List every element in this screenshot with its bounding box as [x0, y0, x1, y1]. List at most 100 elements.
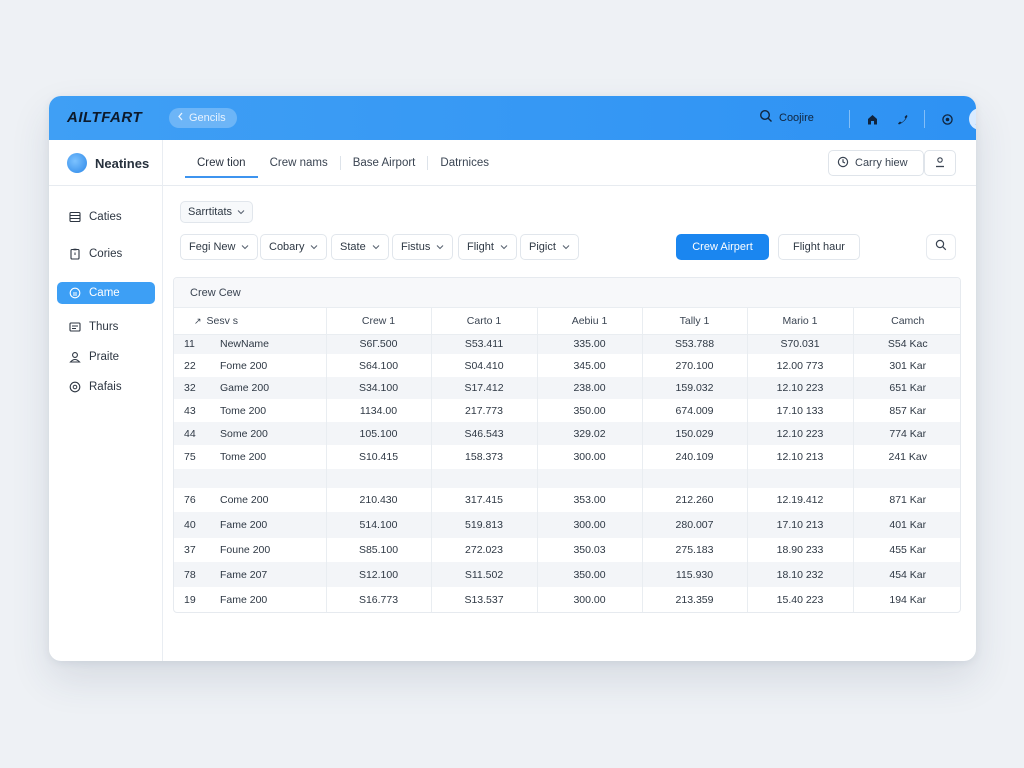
row-identity-cell: 19 Fame 200 [174, 587, 327, 612]
filter-state[interactable]: State [331, 234, 389, 260]
table-cell: S12.100 [326, 562, 432, 587]
sidebar-item-praite[interactable]: Praite [57, 346, 155, 368]
search-icon [759, 109, 773, 126]
sidebar-item-label: Praite [89, 351, 120, 363]
table-cell: 350.03 [537, 538, 643, 562]
table-row[interactable]: 44 Some 200 105.100 S46.543 329.02 150.029 12.… [174, 422, 960, 445]
sidebar-item-came[interactable]: Came [57, 282, 155, 304]
home-icon[interactable] [864, 111, 880, 127]
user-menu-button[interactable] [924, 150, 956, 176]
table-cell: 275.183 [642, 538, 748, 562]
table-cell: S04.410 [431, 354, 538, 377]
filter-flight[interactable]: Flight [458, 234, 517, 260]
column-header[interactable]: Camch [853, 308, 960, 335]
nav-tabs: Crew tion Crew nams Base Airport Datrnic… [185, 140, 501, 186]
saved-filter-chip[interactable]: Sarrtitats [180, 201, 254, 223]
table-row[interactable]: 11 NewName S6Γ.500 S53.411 335.00 S53.788 S70.… [174, 334, 960, 354]
table-search-button[interactable] [926, 234, 956, 260]
row-number: 43 [184, 404, 196, 417]
chevron-left-icon [177, 112, 184, 124]
top-search[interactable]: Coojire [759, 109, 814, 126]
tab-base-airport[interactable]: Base Airport [341, 140, 428, 186]
table-cell: 301 Kar [889, 359, 927, 372]
chevron-down-icon [562, 241, 570, 253]
column-header[interactable]: Tally 1 [642, 308, 748, 335]
column-header[interactable]: ↗ Sesv s [174, 308, 327, 335]
column-header[interactable]: Carto 1 [431, 308, 538, 335]
row-name: Foune 200 [220, 544, 271, 556]
row-identity-cell [174, 469, 327, 488]
back-button[interactable]: Gencils [169, 108, 237, 128]
column-header[interactable]: Crew 1 [326, 308, 432, 335]
sidebar-item-thurs[interactable]: Thurs [57, 316, 155, 338]
table-row[interactable]: 19 Fame 200 S16.773 S13.537 300.00 213.359 15.… [174, 587, 960, 612]
table-cell: 217.773 [431, 399, 538, 422]
table-cell [431, 469, 538, 488]
table-row[interactable]: 37 Foune 200 S85.100 272.023 350.03 275.183 18… [174, 538, 960, 562]
table-cell: 241 Kav [888, 451, 928, 463]
table-row[interactable]: 40 Fame 200 514.100 519.813 300.00 280.007 17.… [174, 512, 960, 538]
chevron-down-icon [241, 241, 249, 253]
table-cell: S85.100 [326, 538, 432, 562]
filter-fistus[interactable]: Fistus [392, 234, 454, 260]
tab-datrnices[interactable]: Datrnices [428, 140, 501, 186]
row-number: 76 [184, 494, 196, 506]
row-identity-cell: 22 Fome 200 [174, 354, 327, 377]
row-name: Game 200 [220, 382, 270, 394]
avatar[interactable] [969, 108, 976, 130]
table-cell: 105.100 [326, 422, 432, 445]
tab-crew-nams[interactable]: Crew nams [258, 140, 340, 186]
table-cell: 12.00 773 [747, 354, 854, 377]
table-cell: 12.10 223 [747, 422, 854, 445]
table-cell: 651 Kar [853, 377, 960, 399]
divider [849, 110, 850, 128]
sidebar-item-cories[interactable]: Cories [57, 243, 155, 265]
flight-haur-button[interactable]: Flight haur [778, 234, 860, 260]
table-row[interactable]: 43 Tome 200 1134.00 217.773 350.00 674.009 17.… [174, 399, 960, 422]
table-cell: 150.029 [642, 422, 748, 445]
sort-icon: ↗ [194, 315, 202, 326]
table-row[interactable]: 32 Game 200 S34.100 S17.412 238.00 159.032 12.… [174, 377, 960, 399]
row-name: NewName [220, 338, 270, 351]
row-number: 78 [184, 568, 196, 581]
carry-hiew-label: Carry hiew [855, 157, 908, 169]
phone-icon[interactable] [894, 111, 910, 127]
table-row[interactable]: 78 Fame 207 S12.100 S11.502 350.00 115.930 18.… [174, 562, 960, 587]
table-row[interactable]: 76 Come 200 210.430 317.415 353.00 212.260 12.… [174, 488, 960, 512]
crew-table-card: Crew Cew ↗ Sesv s Crew 1 Carto 1 Aebiu 1 … [173, 277, 961, 613]
brand-icon [67, 153, 87, 173]
filter-pigict[interactable]: Pigict [520, 234, 579, 260]
table-cell: 17.10 213 [747, 512, 854, 538]
table-cell: 317.415 [431, 488, 538, 512]
sidebar-divider [162, 140, 163, 661]
sidebar-item-label: Thurs [89, 321, 119, 333]
carry-hiew-button[interactable]: Carry hiew [828, 150, 924, 176]
table-row[interactable]: 22 Fome 200 S64.100 S04.410 345.00 270.100 12.… [174, 354, 960, 377]
row-number: 32 [184, 382, 196, 394]
settings-icon[interactable] [939, 111, 955, 127]
table-cell: 210.430 [326, 488, 432, 512]
table-cell: 329.02 [537, 422, 643, 445]
sidebar-item-label: Came [89, 287, 120, 299]
filter-cobary[interactable]: Cobary [260, 234, 328, 260]
table-cell: 18.90 233 [747, 538, 854, 562]
table-cell: 350.00 [537, 562, 643, 587]
sidebar-item-caties[interactable]: Caties [57, 206, 155, 228]
crew-airpert-button[interactable]: Crew Airpert [676, 234, 769, 260]
divider [924, 110, 925, 128]
filter-fegi-new[interactable]: Fegi New [180, 234, 259, 260]
table-row[interactable] [174, 469, 960, 488]
chevron-down-icon [310, 241, 318, 253]
row-name: Some 200 [220, 427, 268, 440]
tab-label: Datrnices [440, 157, 489, 169]
tab-label: Crew tion [197, 157, 246, 169]
sidebar-item-rafais[interactable]: Rafais [57, 376, 155, 398]
table-cell: 238.00 [537, 377, 643, 399]
table-row[interactable]: 75 Tome 200 S10.415 158.373 300.00 240.109 12.… [174, 445, 960, 469]
table-cell: 1134.00 [326, 399, 432, 422]
table-header-row: ↗ Sesv s Crew 1 Carto 1 Aebiu 1 Tally 1 M… [174, 308, 960, 335]
column-header[interactable]: Mario 1 [747, 308, 854, 335]
column-header[interactable]: Aebiu 1 [537, 308, 643, 335]
row-identity-cell: 44 Some 200 [174, 422, 327, 445]
tab-crew-tion[interactable]: Crew tion [185, 140, 258, 186]
